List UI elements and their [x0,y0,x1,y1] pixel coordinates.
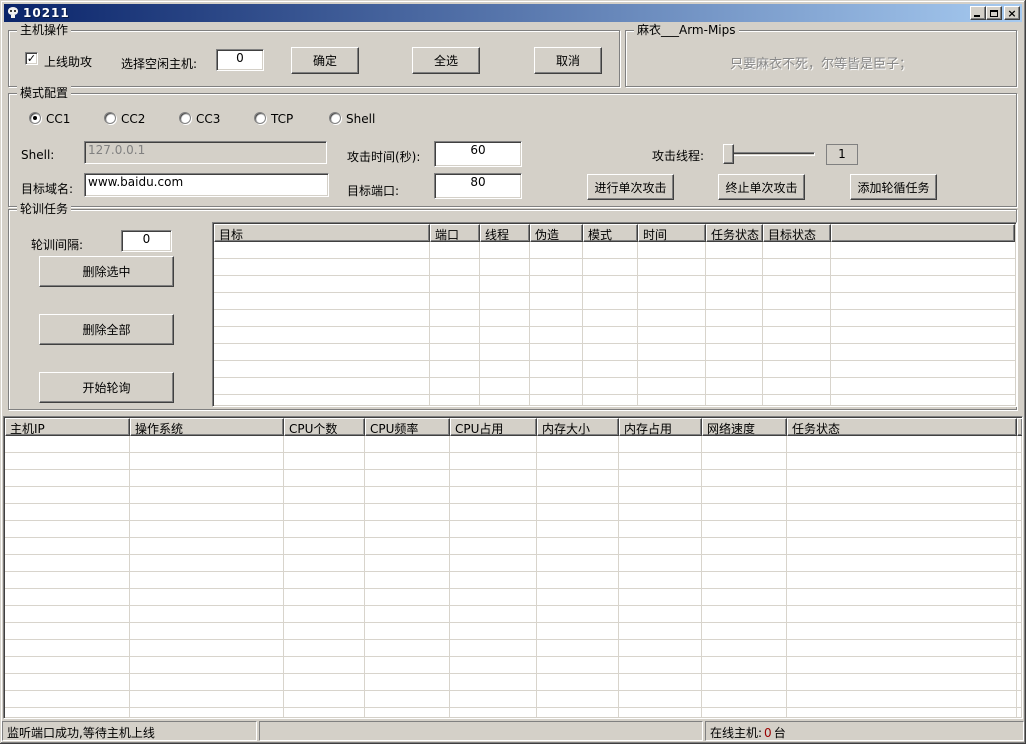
poll-interval-label: 轮训间隔: [31,236,83,253]
select-all-button[interactable]: 全选 [412,47,480,74]
group-loop-tasks: 轮训任务 轮训间隔: 0 删除选中 删除全部 开始轮询 目标 端口 线程 伪造 … [8,209,1017,410]
cancel-button[interactable]: 取消 [534,47,602,74]
status-online-panel: 在线主机:0台 [705,721,1024,741]
delete-all-button[interactable]: 删除全部 [39,314,174,345]
task-col-task-status[interactable]: 任务状态 [706,224,763,242]
radio-cc3-label[interactable]: CC3 [196,112,220,126]
target-port-label: 目标端口: [347,182,399,199]
close-icon: × [1007,8,1016,19]
hosts-col-task-status[interactable]: 任务状态 [787,418,1017,436]
group-mode-config: 模式配置 CC1 CC2 CC3 TCP Shell Shell: 127.0.… [8,93,1017,207]
group-banner-label: 麻衣___Arm-Mips [634,23,739,37]
status-panel-middle [259,721,703,741]
group-host-operations: 主机操作 ✓ 上线助攻 选择空闲主机: 0 确定 全选 取消 [8,30,620,87]
target-domain-label: 目标域名: [21,180,73,197]
hosts-col-filler [1017,418,1023,436]
minimize-button[interactable] [970,6,986,20]
app-window: 10211 × 主机操作 ✓ 上线助攻 选择空闲主机: 0 确定 全选 取消 麻… [0,0,1026,744]
radio-tcp-label[interactable]: TCP [271,112,293,126]
thread-slider-thumb[interactable] [723,144,734,164]
add-loop-task-button[interactable]: 添加轮循任务 [850,174,937,200]
group-loop-tasks-label: 轮训任务 [17,202,71,216]
start-poll-button[interactable]: 开始轮询 [39,372,174,403]
hosts-col-ip[interactable]: 主机IP [5,418,130,436]
status-message: 监听端口成功,等待主机上线 [2,721,257,741]
shell-input[interactable]: 127.0.0.1 [84,141,327,164]
minimize-icon [974,15,980,17]
task-col-target[interactable]: 目标 [214,224,430,242]
attack-time-label: 攻击时间(秒): [347,148,420,165]
task-list-header: 目标 端口 线程 伪造 模式 时间 任务状态 目标状态 [214,224,1015,242]
radio-cc1-label[interactable]: CC1 [46,112,70,126]
task-list[interactable]: 目标 端口 线程 伪造 模式 时间 任务状态 目标状态 [212,222,1017,407]
maximize-button[interactable] [986,6,1002,20]
group-banner: 麻衣___Arm-Mips 只要麻衣不死，尔等皆是臣子； [625,30,1017,87]
skull-icon [6,6,20,20]
hosts-col-cpu-freq[interactable]: CPU频率 [365,418,450,436]
single-attack-button[interactable]: 进行单次攻击 [587,174,674,200]
assist-checkbox[interactable]: ✓ [25,52,38,65]
confirm-button[interactable]: 确定 [291,47,359,74]
radio-cc2[interactable] [104,112,116,124]
hosts-col-net-speed[interactable]: 网络速度 [702,418,787,436]
thread-value-box: 1 [826,144,858,165]
close-button[interactable]: × [1004,6,1020,20]
hosts-list[interactable]: 主机IP 操作系统 CPU个数 CPU频率 CPU占用 内存大小 内存占用 网络… [3,416,1023,719]
radio-cc2-label[interactable]: CC2 [121,112,145,126]
task-col-filler [831,224,1015,242]
radio-shell[interactable] [329,112,341,124]
group-mode-config-label: 模式配置 [17,86,71,100]
online-hosts-unit: 台 [774,726,786,740]
hosts-col-cpu-usage[interactable]: CPU占用 [450,418,537,436]
radio-cc1[interactable] [29,112,41,124]
target-port-input[interactable]: 80 [434,173,522,199]
assist-checkbox-label[interactable]: 上线助攻 [44,53,92,70]
radio-tcp[interactable] [254,112,266,124]
online-hosts-count: 0 [762,726,774,740]
hosts-col-os[interactable]: 操作系统 [130,418,284,436]
title-bar[interactable]: 10211 × [4,4,1022,22]
window-title: 10211 [23,6,70,20]
attack-thread-label: 攻击线程: [652,147,704,164]
idle-host-input[interactable]: 0 [216,49,264,71]
delete-selected-button[interactable]: 删除选中 [39,256,174,287]
check-icon: ✓ [27,53,36,64]
shell-label: Shell: [21,148,54,162]
thread-slider-track[interactable] [723,152,815,156]
hosts-list-header: 主机IP 操作系统 CPU个数 CPU频率 CPU占用 内存大小 内存占用 网络… [5,418,1021,436]
task-col-spoof[interactable]: 伪造 [530,224,583,242]
poll-interval-input[interactable]: 0 [121,230,172,252]
radio-cc3[interactable] [179,112,191,124]
task-col-target-status[interactable]: 目标状态 [763,224,831,242]
hosts-list-body[interactable] [5,436,1021,717]
banner-motto: 只要麻衣不死，尔等皆是臣子； [626,53,1016,72]
stop-attack-button[interactable]: 终止单次攻击 [718,174,805,200]
task-list-body[interactable] [214,242,1015,405]
group-host-operations-label: 主机操作 [17,23,71,37]
hosts-col-cpu-count[interactable]: CPU个数 [284,418,365,436]
hosts-col-mem-size[interactable]: 内存大小 [537,418,619,436]
task-col-time[interactable]: 时间 [638,224,706,242]
idle-host-label: 选择空闲主机: [121,55,197,72]
status-bar: 监听端口成功,等待主机上线 在线主机:0台 [2,721,1024,742]
task-col-threads[interactable]: 线程 [480,224,530,242]
radio-dot-icon [33,116,37,120]
task-col-mode[interactable]: 模式 [583,224,638,242]
hosts-col-mem-usage[interactable]: 内存占用 [619,418,702,436]
radio-shell-label[interactable]: Shell [346,112,375,126]
attack-time-input[interactable]: 60 [434,141,522,167]
maximize-icon [990,10,998,17]
task-col-port[interactable]: 端口 [430,224,480,242]
target-domain-input[interactable]: www.baidu.com [84,173,329,197]
online-hosts-label: 在线主机: [710,726,762,740]
